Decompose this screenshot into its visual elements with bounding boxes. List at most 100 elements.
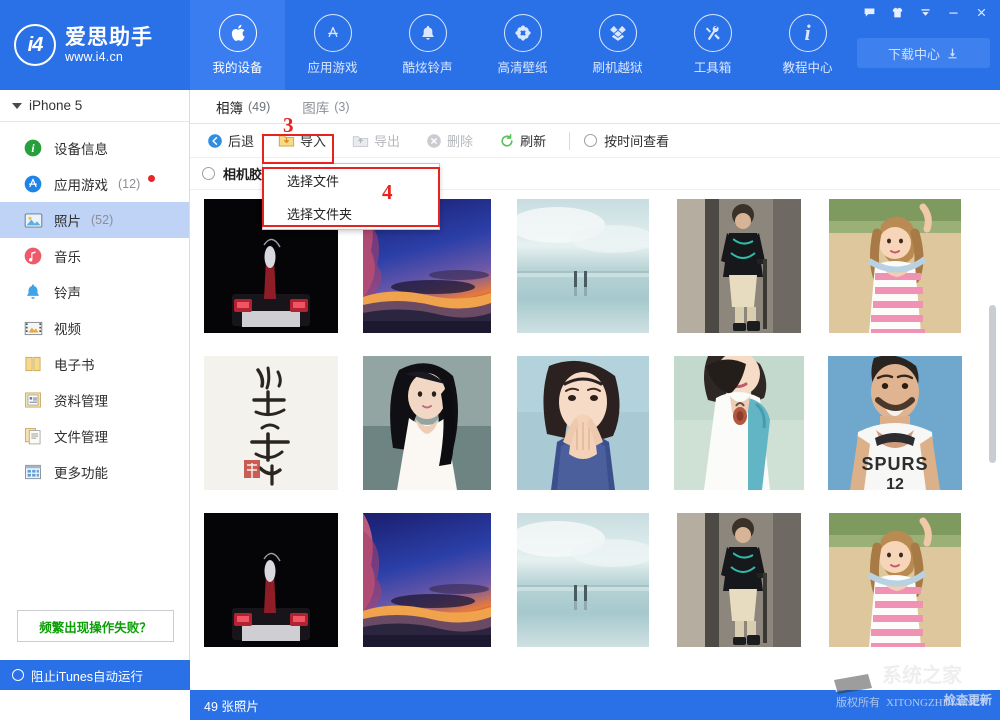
ringtone-bell-icon (22, 281, 44, 303)
export-button: 导出 (343, 128, 409, 154)
nav-item-apps-games[interactable]: 应用游戏 (285, 0, 380, 90)
photo-man-walking (677, 199, 801, 333)
photo-thumbnail[interactable] (204, 510, 338, 650)
appstore-circle-icon (22, 173, 44, 195)
nav-label: 应用游戏 (307, 57, 357, 76)
download-center-button[interactable]: 下载中心 (857, 38, 990, 68)
photo-count-status: 49 张照片 (204, 696, 259, 715)
photo-sea-horizon (517, 199, 649, 333)
tab-albums[interactable]: 相簿 (49) (200, 90, 286, 123)
vertical-scrollbar[interactable] (989, 305, 996, 463)
photo-thumbnail[interactable] (516, 510, 650, 650)
nav-label: 酷炫铃声 (402, 57, 452, 76)
photo-grid-scroll-area: SPURS 12 (190, 190, 1000, 690)
brand-text: 爱思助手 www.i4.cn (65, 26, 153, 65)
apple-icon (219, 14, 257, 52)
sidebar-item-label: 视频 (54, 318, 81, 338)
brand-url: www.i4.cn (65, 51, 153, 65)
photo-spurs-player: SPURS 12 (828, 356, 962, 490)
nav-item-my-device[interactable]: 我的设备 (190, 0, 285, 90)
photo-icon (22, 209, 44, 231)
app-window: i4 爱思助手 www.i4.cn 我的设备 应用游戏 (0, 0, 1000, 720)
menu-item-select-file[interactable]: 选择文件 (263, 164, 439, 197)
menu-item-select-folder[interactable]: 选择文件夹 (263, 197, 439, 230)
view-by-time-radio[interactable]: 按时间查看 (584, 131, 669, 150)
radio-circle-icon (202, 167, 215, 180)
refresh-button[interactable]: 刷新 (490, 128, 555, 154)
nav-item-flash-jailbreak[interactable]: 刷机越狱 (570, 0, 665, 90)
photo-long-hair-girl (363, 356, 491, 490)
nav-item-toolbox[interactable]: 工具箱 (665, 0, 760, 90)
close-icon[interactable] (968, 1, 994, 23)
skin-icon[interactable] (884, 1, 910, 23)
sidebar-item-music[interactable]: 音乐 (0, 238, 189, 274)
photo-thumbnail[interactable] (672, 196, 806, 336)
photo-thumbnail[interactable] (672, 353, 806, 493)
sidebar-item-label: 设备信息 (54, 138, 108, 158)
nav-item-ringtones[interactable]: 酷炫铃声 (380, 0, 475, 90)
operation-failure-help-button[interactable]: 频繁出现操作失败？ (17, 610, 174, 642)
photo-thumbnail[interactable] (672, 510, 806, 650)
photo-sea-horizon-2 (517, 513, 649, 647)
book-icon (22, 353, 44, 375)
back-label: 后退 (228, 131, 254, 150)
sidebar-item-count: (12) (118, 177, 140, 191)
video-icon (22, 317, 44, 339)
import-button[interactable]: 导入 (269, 128, 335, 154)
device-name: iPhone 5 (29, 98, 82, 113)
sidebar-item-videos[interactable]: 视频 (0, 310, 189, 346)
photo-hat-girl (674, 356, 804, 490)
back-button[interactable]: 后退 (198, 128, 263, 154)
more-grid-icon (22, 461, 44, 483)
sidebar-item-label: 文件管理 (54, 426, 108, 446)
chevron-down-icon (12, 103, 22, 109)
nav-item-tutorials[interactable]: i 教程中心 (760, 0, 855, 90)
tab-gallery[interactable]: 图库 (3) (286, 90, 365, 123)
import-icon (278, 132, 295, 149)
photo-calligraphy (204, 356, 338, 490)
photo-thumbnail[interactable] (828, 510, 962, 650)
photo-girl-beach (829, 199, 961, 333)
bell-icon (409, 14, 447, 52)
nav-label: 我的设备 (212, 57, 262, 76)
message-icon[interactable] (856, 1, 882, 23)
sidebar-item-data-manage[interactable]: 资料管理 (0, 382, 189, 418)
menu-chevron-icon[interactable] (912, 1, 938, 23)
photo-car-night-2 (204, 513, 338, 647)
minimize-icon[interactable] (940, 1, 966, 23)
svg-text:SPURS: SPURS (861, 454, 928, 474)
photo-thumbnail[interactable] (828, 196, 962, 336)
sidebar-item-ringtones[interactable]: 铃声 (0, 274, 189, 310)
photo-girl-beach-2 (829, 513, 961, 647)
sidebar-item-label: 铃声 (54, 282, 81, 302)
sidebar-item-apps-games[interactable]: 应用游戏 (12) (0, 166, 189, 202)
sidebar-item-more[interactable]: 更多功能 (0, 454, 189, 490)
flower-icon (504, 14, 542, 52)
import-label: 导入 (300, 131, 326, 150)
nav-item-wallpapers[interactable]: 高清壁纸 (475, 0, 570, 90)
sidebar-item-device-info[interactable]: i 设备信息 (0, 130, 189, 166)
photo-thumbnail[interactable] (360, 510, 494, 650)
sidebar-item-label: 应用游戏 (54, 174, 108, 194)
toolbar-divider (569, 132, 570, 150)
sidebar-item-ebooks[interactable]: 电子书 (0, 346, 189, 382)
tab-label: 相簿 (216, 97, 243, 117)
device-selector[interactable]: iPhone 5 (0, 90, 189, 122)
photo-thumbnail[interactable] (516, 196, 650, 336)
tab-count: (3) (334, 100, 349, 114)
sidebar-item-photos[interactable]: 照片 (52) (0, 202, 189, 238)
photo-thumbnail[interactable] (516, 353, 650, 493)
sidebar-item-label: 照片 (54, 210, 81, 230)
notification-badge-icon (148, 175, 155, 182)
block-itunes-toggle[interactable]: 阻止iTunes自动运行 (0, 660, 190, 690)
sidebar-item-file-manage[interactable]: 文件管理 (0, 418, 189, 454)
operation-failure-help-label: 频繁出现操作失败？ (39, 617, 152, 636)
refresh-icon (499, 133, 515, 149)
photo-thumbnail[interactable] (204, 353, 338, 493)
photo-thumbnail[interactable] (360, 353, 494, 493)
photo-praying-woman (517, 356, 649, 490)
sidebar-item-label: 电子书 (54, 354, 95, 374)
nav-label: 刷机越狱 (592, 57, 642, 76)
brand-logo-area: i4 爱思助手 www.i4.cn (0, 0, 190, 90)
photo-thumbnail[interactable]: SPURS 12 (828, 353, 962, 493)
